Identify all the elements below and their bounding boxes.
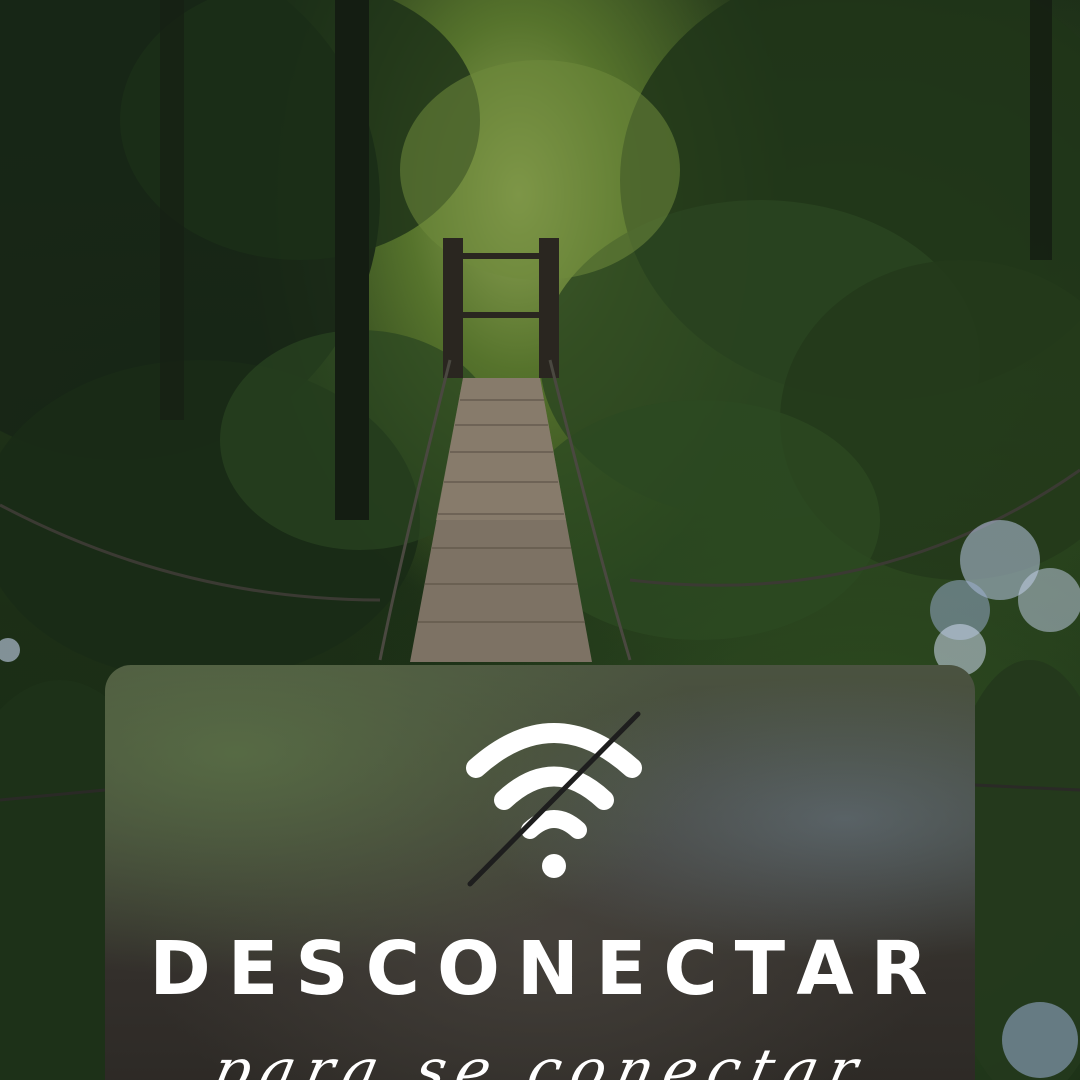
headline: DESCONECTAR <box>149 926 945 1012</box>
wifi-off-icon <box>466 711 642 887</box>
poster: DESCONECTAR para se conectar <box>0 0 1080 1080</box>
tagline: para se conectar <box>206 1036 874 1080</box>
